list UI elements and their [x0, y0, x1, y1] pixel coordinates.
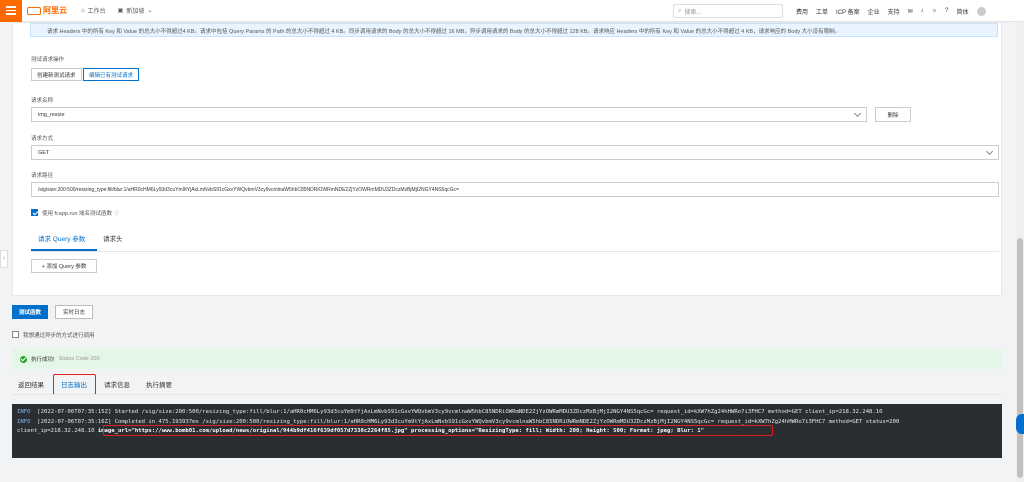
top-tab-label: 新加坡 [126, 9, 145, 15]
button-label: 创建新测试请求 [37, 72, 76, 79]
realtime-log-button[interactable]: 实时日志 [55, 305, 93, 319]
mail-icon[interactable]: ✉ [908, 8, 913, 15]
button-label: 测试函数 [18, 310, 41, 316]
button-label: + 添加 Query 参数 [41, 264, 87, 270]
top-tab-label: 工作台 [87, 9, 106, 15]
avatar[interactable] [976, 6, 986, 16]
fcapp-label: 使用 fcapp.run 域名测试函数 ⓘ [42, 209, 119, 217]
top-tab-region[interactable]: ▣ 新加坡 ⌄ [118, 6, 153, 15]
chevron-down-icon [985, 147, 994, 156]
create-request-button[interactable]: 创建新测试请求 [31, 68, 82, 81]
search-icon: ⌕ [678, 7, 682, 14]
path-label: 请求路径 [31, 173, 54, 179]
nav-billing[interactable]: 费用 [796, 7, 808, 16]
request-name-value: img_resize [38, 111, 65, 118]
top-navigation-bar: 阿里云 ⌂ 工作台 ▣ 新加坡 ⌄ ⌕ 搜索... 费用 工单 ICP 备案 企业 支持… [0, 0, 1024, 22]
add-query-param-button[interactable]: + 添加 Query 参数 [31, 259, 97, 273]
tab-execution-summary[interactable]: 执行摘要 [146, 379, 172, 389]
log-output-highlight-box [53, 374, 96, 395]
logo-text: 阿里云 [43, 6, 67, 15]
region-icon: ▣ [117, 8, 124, 14]
nav-language[interactable]: 简体 [957, 7, 969, 16]
aliyun-logo[interactable]: 阿里云 [27, 5, 67, 16]
button-label: 编辑已有测试请求 [89, 72, 134, 79]
logo-mark-icon [27, 6, 41, 15]
edit-request-button[interactable]: 编辑已有测试请求 [83, 68, 140, 81]
floating-assistant-icon[interactable] [1016, 414, 1024, 434]
success-check-icon [20, 355, 27, 363]
search-placeholder: 搜索... [684, 9, 702, 16]
tab-headers[interactable]: 请求头 [103, 233, 123, 243]
global-search-input[interactable]: ⌕ 搜索... [673, 4, 783, 18]
test-request-panel: 请求 Headers 中的所有 Key 和 Value 的总大小不得超过4 KB… [12, 22, 1002, 296]
button-label: 删除 [887, 112, 899, 119]
log-level: INFO [17, 409, 31, 415]
result-tab-divider [12, 394, 1002, 395]
method-select[interactable]: GET [31, 145, 999, 160]
chevron-down-icon: ⌄ [147, 8, 153, 14]
request-name-select[interactable]: img_resize [31, 107, 867, 122]
bell-icon[interactable]: ♪ [921, 8, 924, 14]
log-level: INFO [17, 418, 31, 425]
status-code: Status Code 200 [58, 356, 100, 362]
sidebar-expand-icon[interactable]: › [0, 250, 8, 268]
help-icon[interactable]: ? [945, 8, 948, 14]
bulb-icon[interactable]: ☼ [932, 8, 938, 14]
image-url-highlight-box [103, 425, 773, 436]
success-text: 执行成功! [31, 357, 55, 363]
method-label: 请求方式 [31, 136, 54, 142]
info-icon: ⓘ [113, 211, 120, 217]
request-name-label: 请求名称 [31, 98, 54, 104]
tab-request-info[interactable]: 请求信息 [104, 379, 130, 389]
request-op-label: 测试请求操作 [31, 57, 65, 63]
log-line: INFO [2022-07-06T07:35:15Z] Started /sig… [17, 408, 997, 418]
async-checkbox[interactable] [12, 331, 19, 338]
path-value: /sig/size:200:500/resizing_type:fill/blu… [38, 186, 459, 193]
log-text: [2022-07-06T07:35:15Z] Started /sig/size… [37, 409, 883, 415]
tab-return-result[interactable]: 返回结果 [18, 379, 44, 389]
log-text: client_ip=218.32.248.10 [17, 428, 98, 434]
nav-ticket[interactable]: 工单 [816, 7, 828, 16]
nav-icp[interactable]: ICP 备案 [836, 7, 860, 16]
nav-enterprise[interactable]: 企业 [868, 7, 880, 16]
nav-support[interactable]: 支持 [888, 7, 900, 16]
home-icon: ⌂ [81, 7, 85, 14]
top-right-menu: 费用 工单 ICP 备案 企业 支持 ✉ ♪ ☼ ? 简体 [796, 0, 986, 22]
chevron-down-icon [853, 109, 862, 118]
test-function-button[interactable]: 测试函数 [12, 305, 48, 319]
execution-status-banner: 执行成功! Status Code 200 [12, 349, 1002, 369]
limits-notice: 请求 Headers 中的所有 Key 和 Value 的总大小不得超过4 KB… [30, 23, 998, 37]
fcapp-label-text: 使用 fcapp.run 域名测试函数 [42, 211, 112, 217]
delete-request-button[interactable]: 删除 [875, 107, 911, 122]
button-label: 实时日志 [62, 310, 85, 316]
path-input[interactable]: /sig/size:200:500/resizing_type:fill/blu… [31, 182, 999, 197]
top-tab-workbench[interactable]: ⌂ 工作台 [81, 6, 106, 16]
tab-divider [31, 251, 999, 252]
fcapp-checkbox[interactable] [31, 209, 38, 216]
hamburger-menu-icon[interactable] [0, 0, 22, 22]
method-value: GET [38, 149, 50, 156]
async-label: 我想通过异步的方式进行调用 [23, 333, 95, 339]
tab-query-params[interactable]: 请求 Query 参数 [38, 233, 85, 243]
scrollbar-thumb[interactable] [1017, 238, 1023, 478]
notice-text: 请求 Headers 中的所有 Key 和 Value 的总大小不得超过4 KB… [47, 29, 841, 35]
log-text: [2022-07-06T07:35:16Z] Completed in 475.… [37, 418, 900, 425]
